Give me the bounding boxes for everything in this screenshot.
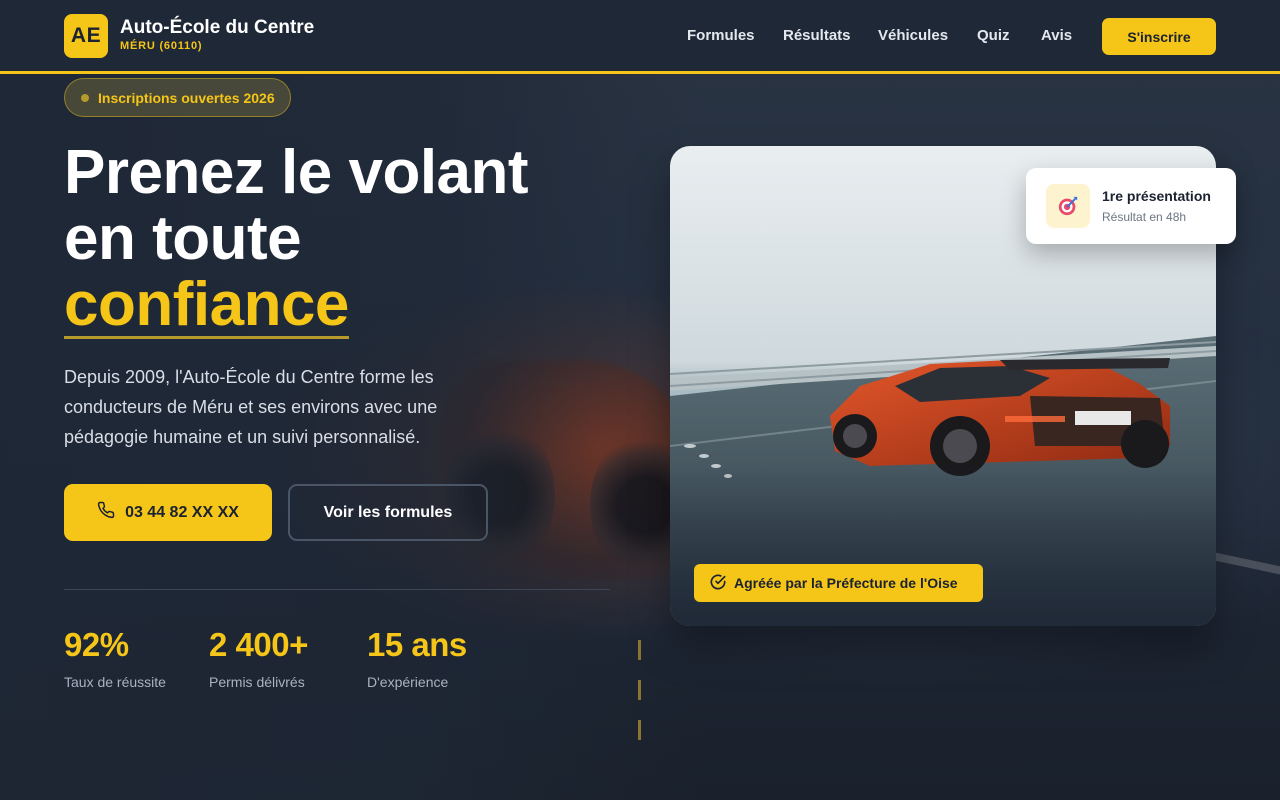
first-attempt-card: 1re présentation Résultat en 48h [1026,168,1236,244]
first-attempt-title: 1re présentation [1102,188,1211,204]
nav-item-formules[interactable]: Formules [687,27,755,44]
photo-shade [670,466,1216,626]
stat-value: 92% [64,626,129,663]
call-button[interactable]: 03 44 82 XX XX [64,484,272,541]
stats-divider [64,589,610,590]
road-dash [638,720,641,740]
stat-label: D'expérience [367,674,449,690]
phone-icon [97,501,115,524]
check-circle-icon [710,574,726,593]
stat-label: Taux de réussite [64,674,166,690]
stat-value: 2 400+ [209,626,308,663]
brand-city: MÉRU (60110) [120,40,203,52]
logo-badge[interactable]: AE [64,14,108,58]
hero-title-accent: confiance [64,270,349,339]
hero-title-line2: en toute [64,204,302,273]
call-button-label: 03 44 82 XX XX [125,503,239,521]
hero-title-line1: Prenez le volant [64,138,529,207]
road-dash [638,640,641,660]
enrollment-badge-label: Inscriptions ouvertes 2026 [98,89,275,106]
status-dot-icon [81,93,89,102]
target-icon [1046,184,1090,228]
stat-label: Permis délivrés [209,674,305,690]
stat-experience: 15 ans D'expérience [367,626,467,690]
enrollment-badge: Inscriptions ouvertes 2026 [64,78,291,117]
stat-licenses: 2 400+ Permis délivrés [209,626,308,690]
prefecture-badge: Agréée par la Préfecture de l'Oise [694,564,983,602]
hero-title: Prenez le volant en toute confiance [64,140,624,339]
stat-success-rate: 92% Taux de réussite [64,626,166,690]
signup-button[interactable]: S'inscrire [1102,18,1216,55]
nav-item-vehicules[interactable]: Véhicules [878,27,948,44]
hero-lead: Depuis 2009, l'Auto-École du Centre form… [64,367,438,447]
stat-value: 15 ans [367,626,467,663]
site-header: AE Auto-École du Centre MÉRU (60110) For… [0,0,1280,74]
prefecture-badge-label: Agréée par la Préfecture de l'Oise [734,575,958,591]
first-attempt-subtitle: Résultat en 48h [1102,210,1187,224]
nav-item-quiz[interactable]: Quiz [977,27,1010,44]
view-formules-button[interactable]: Voir les formules [288,484,488,541]
nav-item-avis[interactable]: Avis [1041,27,1072,44]
brand-name[interactable]: Auto-École du Centre [120,17,314,39]
nav-item-resultats[interactable]: Résultats [783,27,851,44]
road-dash [638,680,641,700]
